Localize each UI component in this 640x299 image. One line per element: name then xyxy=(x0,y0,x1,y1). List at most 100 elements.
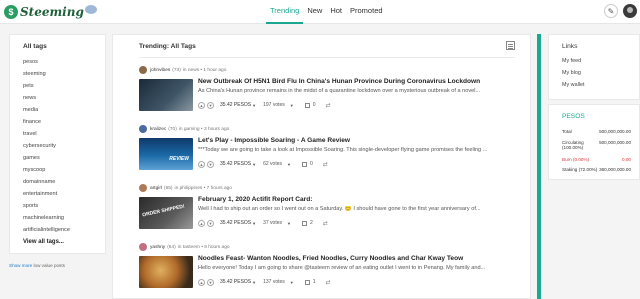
stat-label-staking: Staking (72.00%) xyxy=(562,167,598,172)
upvote-icon[interactable]: ▲ xyxy=(198,101,205,109)
author-avatar[interactable] xyxy=(139,243,147,251)
post-thumbnail[interactable] xyxy=(139,256,193,288)
logo-bubble-icon xyxy=(84,4,97,14)
post-item: johnvibes (73) in news • 1 hour ago New … xyxy=(139,66,515,124)
comment-icon[interactable] xyxy=(301,220,307,226)
downvote-icon[interactable]: ▼ xyxy=(207,278,214,286)
links-panel: Links My feed My blog My wallet xyxy=(548,34,640,100)
tag-link[interactable]: machinelearning xyxy=(23,215,64,221)
post-payout[interactable]: 35.42 PESOS xyxy=(220,161,251,167)
post-votes[interactable]: 137 votes xyxy=(263,279,285,285)
tag-link[interactable]: pesos xyxy=(23,59,38,65)
post-excerpt[interactable]: Well I had to ship out an order so I wen… xyxy=(198,206,513,212)
author-avatar[interactable] xyxy=(139,66,147,74)
tag-link[interactable]: steeming xyxy=(23,71,46,77)
downvote-icon[interactable]: ▼ xyxy=(207,219,214,227)
post-item: yashny (64) in tasteem • 8 hours ago Noo… xyxy=(139,243,515,298)
upvote-icon[interactable]: ▲ xyxy=(198,219,205,227)
author-name[interactable]: yashny xyxy=(150,245,165,250)
tag-link[interactable]: games xyxy=(23,155,40,161)
tag-link[interactable]: entertainment xyxy=(23,191,57,197)
stat-label-circulating: Circulating (100.00%) xyxy=(562,140,584,150)
tag-link[interactable]: myscoop xyxy=(23,167,45,173)
post-thumbnail[interactable]: ORDER SHIPPED! xyxy=(139,197,193,229)
upvote-icon[interactable]: ▲ xyxy=(198,278,205,286)
tag-link[interactable]: news xyxy=(23,95,36,101)
post-footer: ▲ ▼ 35.42 PESOS ▼ 137 votes ▼ 1 ⇄ xyxy=(198,278,331,286)
user-avatar[interactable] xyxy=(623,4,637,18)
post-title[interactable]: February 1, 2020 Actifit Report Card: xyxy=(198,196,312,203)
my-blog-link[interactable]: My blog xyxy=(562,70,581,76)
tag-link[interactable]: finance xyxy=(23,119,41,125)
reblog-icon[interactable]: ⇄ xyxy=(326,102,331,109)
tag-link[interactable]: sports xyxy=(23,203,38,209)
post-excerpt[interactable]: As China's Hunan province remains in the… xyxy=(198,88,513,94)
author-avatar[interactable] xyxy=(139,125,147,133)
post-footer: ▲ ▼ 35.42 PESOS ▼ 197 votes ▼ 0 ⇄ xyxy=(198,101,331,109)
post-meta: yashny (64) in tasteem • 8 hours ago xyxy=(139,243,230,251)
post-votes[interactable]: 62 votes xyxy=(263,161,282,167)
comment-count[interactable]: 0 xyxy=(310,161,313,167)
view-all-tags-link[interactable]: View all tags... xyxy=(23,239,64,245)
reblog-icon[interactable]: ⇄ xyxy=(323,220,328,227)
author-name[interactable]: johnvibes xyxy=(150,68,170,73)
comment-icon[interactable] xyxy=(304,279,310,285)
feed-divider xyxy=(139,57,515,58)
post-context: in news • 1 hour ago xyxy=(182,67,227,73)
post-payout[interactable]: 35.42 PESOS xyxy=(220,102,251,108)
comment-count[interactable]: 1 xyxy=(313,279,316,285)
nav-new[interactable]: New xyxy=(303,0,326,24)
my-feed-link[interactable]: My feed xyxy=(562,58,581,64)
nav-promoted[interactable]: Promoted xyxy=(346,0,387,24)
tag-link[interactable]: pets xyxy=(23,83,34,89)
tag-link[interactable]: media xyxy=(23,107,38,113)
show-more-link[interactable]: Show more xyxy=(9,263,32,268)
post-payout[interactable]: 35.42 PESOS xyxy=(220,220,251,226)
post-votes[interactable]: 37 votes xyxy=(263,220,282,226)
author-avatar[interactable] xyxy=(139,184,147,192)
tag-link[interactable]: domainname xyxy=(23,179,55,185)
downvote-icon[interactable]: ▼ xyxy=(207,160,214,168)
post-excerpt[interactable]: Hello everyone! Today I am going to shar… xyxy=(198,265,513,271)
top-header: $ Steeming Trending New Hot Promoted ✎ xyxy=(0,0,640,24)
comment-count[interactable]: 2 xyxy=(310,220,313,226)
post-item: kralizec (70) in gaming • 3 hours ago RE… xyxy=(139,125,515,183)
tag-link[interactable]: artificialintelligence xyxy=(23,227,70,233)
nav-trending[interactable]: Trending xyxy=(266,0,304,24)
write-post-button[interactable]: ✎ xyxy=(604,4,618,18)
author-name[interactable]: artgirl xyxy=(150,186,162,191)
author-reputation: (65) xyxy=(164,185,173,191)
tag-link[interactable]: cybersecurity xyxy=(23,143,56,149)
post-title[interactable]: New Outbreak Of H5N1 Bird Flu In China's… xyxy=(198,78,480,85)
list-view-toggle-icon[interactable] xyxy=(506,41,515,50)
reblog-icon[interactable]: ⇄ xyxy=(326,279,331,286)
post-payout[interactable]: 35.42 PESOS xyxy=(220,279,251,285)
post-title[interactable]: Noodles Feast- Wanton Noodles, Fried Noo… xyxy=(198,255,463,262)
stat-value-burn: 0.00 xyxy=(622,157,631,162)
steeming-logo[interactable]: $ Steeming xyxy=(4,3,97,21)
chevron-down-icon: ▼ xyxy=(289,102,294,108)
post-footer: ▲ ▼ 35.42 PESOS ▼ 37 votes ▼ 2 ⇄ xyxy=(198,219,328,227)
post-footer: ▲ ▼ 35.42 PESOS ▼ 62 votes ▼ 0 ⇄ xyxy=(198,160,328,168)
chevron-down-icon: ▼ xyxy=(287,161,291,167)
reblog-icon[interactable]: ⇄ xyxy=(323,161,328,168)
author-reputation: (70) xyxy=(168,126,177,132)
stat-value-total: 500,000,000.00 xyxy=(599,129,631,134)
thumbnail-text: ORDER SHIPPED! xyxy=(141,203,186,219)
post-title[interactable]: Let's Play - Impossible Soaring - A Game… xyxy=(198,137,350,144)
comment-icon[interactable] xyxy=(301,161,307,167)
comment-count[interactable]: 0 xyxy=(313,102,316,108)
my-wallet-link[interactable]: My wallet xyxy=(562,82,584,88)
tag-link[interactable]: travel xyxy=(23,131,37,137)
pencil-icon: ✎ xyxy=(607,6,615,16)
post-excerpt[interactable]: ***Today we are going to take a look at … xyxy=(198,147,513,153)
comment-icon[interactable] xyxy=(304,102,310,108)
post-votes[interactable]: 197 votes xyxy=(263,102,285,108)
post-thumbnail[interactable]: REVIEW xyxy=(139,138,193,170)
downvote-icon[interactable]: ▼ xyxy=(207,101,214,109)
post-thumbnail[interactable] xyxy=(139,79,193,111)
upvote-icon[interactable]: ▲ xyxy=(198,160,205,168)
author-name[interactable]: kralizec xyxy=(150,127,166,132)
tags-title: All tags xyxy=(23,43,47,50)
nav-hot[interactable]: Hot xyxy=(326,0,346,24)
